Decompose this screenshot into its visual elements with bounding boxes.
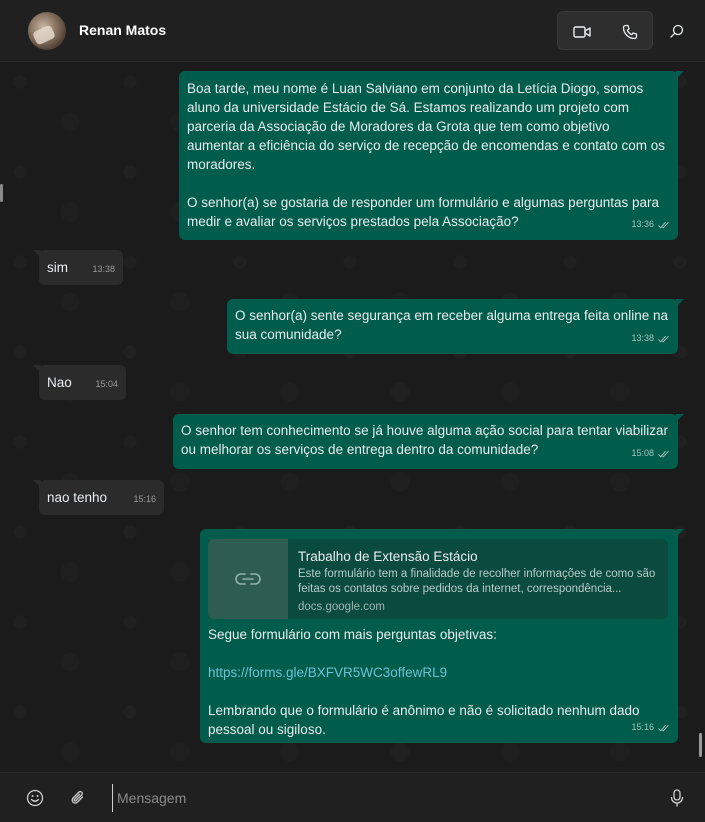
message-incoming[interactable]: sim 13:38	[33, 250, 123, 285]
message-meta: 15:16	[631, 718, 670, 737]
message-meta: 13:38	[631, 329, 670, 348]
link-preview-thumbnail	[208, 539, 288, 619]
link-icon	[235, 573, 261, 585]
scrollbar-thumb[interactable]	[699, 733, 702, 757]
message-meta: 15:16	[133, 490, 156, 509]
search-button[interactable]	[660, 14, 694, 48]
double-check-icon	[658, 335, 669, 343]
message-list[interactable]: Boa tarde, meu nome é Luan Salviano em c…	[0, 62, 705, 772]
message-time: 13:38	[631, 333, 654, 343]
chat-header: Renan Matos	[0, 0, 705, 62]
phone-icon	[622, 24, 638, 39]
voice-call-button[interactable]	[606, 12, 654, 51]
message-outgoing[interactable]: O senhor tem conhecimento se já houve al…	[173, 414, 684, 469]
message-text: Segue formulário com mais perguntas obje…	[208, 627, 497, 642]
message-outgoing[interactable]: Boa tarde, meu nome é Luan Salviano em c…	[179, 71, 684, 240]
message-text: O senhor tem conhecimento se já houve al…	[181, 423, 669, 457]
message-text: nao tenho	[47, 490, 108, 505]
mic-icon	[670, 789, 684, 807]
emoji-button[interactable]	[22, 786, 48, 810]
message-text: O senhor(a) sente segurança em receber a…	[235, 308, 669, 342]
link-preview-card[interactable]: Trabalho de Extensão Estácio Este formul…	[208, 539, 668, 619]
message-input[interactable]	[112, 784, 652, 812]
call-button-group	[557, 11, 653, 50]
attach-icon	[71, 790, 84, 804]
message-meta: 13:36	[631, 215, 670, 234]
double-check-icon	[658, 450, 669, 458]
contact-name[interactable]: Renan Matos	[79, 22, 166, 38]
message-text: Boa tarde, meu nome é Luan Salviano em c…	[187, 81, 666, 172]
avatar[interactable]	[28, 12, 66, 50]
attach-button[interactable]	[65, 786, 91, 810]
search-icon	[670, 24, 684, 38]
message-text: O senhor(a) se gostaria de responder um …	[187, 195, 659, 229]
double-check-icon	[658, 221, 669, 229]
message-incoming[interactable]: Nao 15:04	[33, 365, 126, 400]
message-time: 15:16	[133, 494, 156, 504]
link-preview-title: Trabalho de Extensão Estácio	[298, 549, 478, 564]
message-time: 13:36	[631, 219, 654, 229]
message-outgoing-link[interactable]: Trabalho de Extensão Estácio Este formul…	[200, 529, 684, 743]
message-time: 13:38	[92, 264, 115, 274]
message-time: 15:16	[631, 722, 654, 732]
link-preview-description: Este formulário tem a finalidade de reco…	[298, 568, 656, 595]
emoji-icon	[26, 789, 44, 807]
message-text: Lembrando que o formulário é anônimo e n…	[208, 703, 640, 737]
link-preview-domain: docs.google.com	[298, 601, 385, 613]
form-link[interactable]: https://forms.gle/BXFVR5WC3offewRL9	[208, 663, 663, 682]
message-meta: 15:04	[95, 375, 118, 394]
message-incoming[interactable]: nao tenho 15:16	[33, 480, 164, 515]
voice-message-button[interactable]	[664, 786, 690, 810]
video-call-button[interactable]	[558, 12, 606, 51]
message-outgoing[interactable]: O senhor(a) sente segurança em receber a…	[227, 299, 684, 354]
message-meta: 15:08	[631, 444, 670, 463]
message-time: 15:08	[631, 448, 654, 458]
message-text: Nao	[47, 375, 72, 390]
message-composer	[0, 772, 705, 822]
double-check-icon	[658, 724, 669, 732]
video-icon	[573, 25, 591, 38]
message-time: 15:04	[95, 379, 118, 389]
scroll-indicator	[0, 184, 3, 202]
message-meta: 13:38	[92, 260, 115, 279]
message-text: sim	[47, 260, 68, 275]
